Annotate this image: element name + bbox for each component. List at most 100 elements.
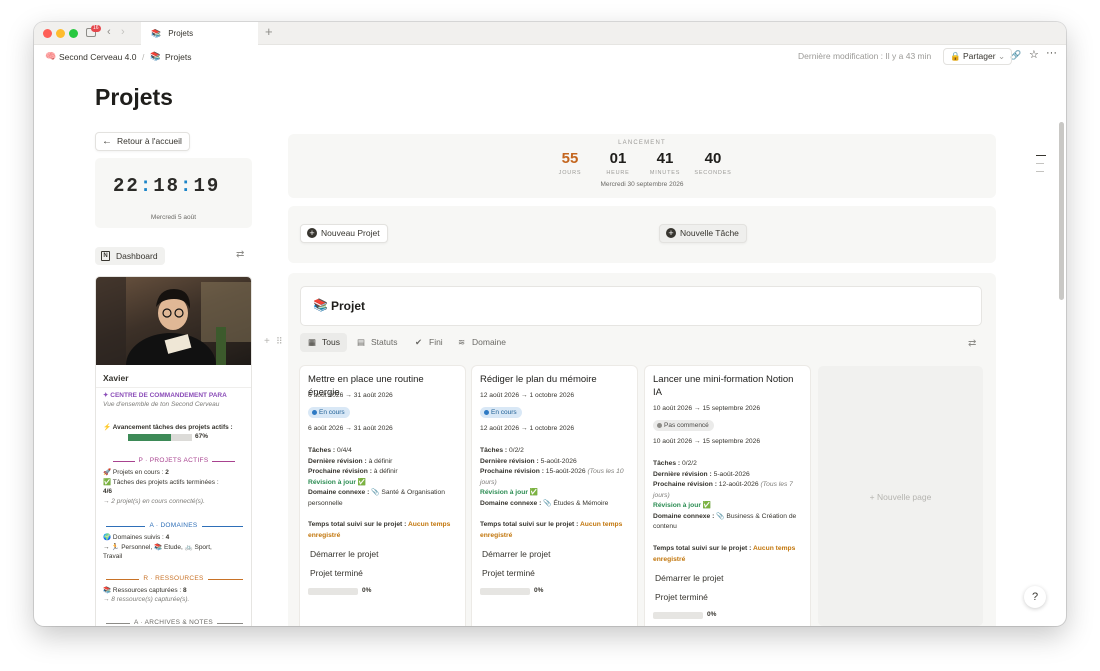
section-resources-label: R · RESSOURCES [139, 575, 208, 582]
lock-icon: 🔒 [950, 51, 961, 61]
outline-markers[interactable] [1036, 155, 1046, 172]
profile-name: Xavier [103, 373, 129, 383]
start-project-button[interactable]: Démarrer le projet [477, 547, 556, 562]
clock-widget: 22:18:19 Mercredi 5 août [95, 158, 252, 228]
more-icon[interactable]: ··· [1046, 47, 1057, 59]
clock-separator: : [180, 175, 194, 197]
countdown-minutes-unit: MINUTES [649, 170, 681, 176]
project-card[interactable]: Mettre en place une routine énergie 6 ao… [300, 366, 465, 626]
notification-badge: 16 [91, 25, 101, 32]
close-window-button[interactable] [43, 29, 52, 38]
status-badge: En cours [308, 407, 350, 418]
back-home-button[interactable]: ← Retour à l'accueil [95, 132, 190, 151]
add-block-icon[interactable]: + [264, 336, 270, 347]
project-card[interactable]: Rédiger le plan du mémoire 12 août 2026 … [472, 366, 637, 626]
countdown-hours: 01 [609, 150, 627, 167]
new-page-column[interactable]: + Nouvelle page [818, 366, 983, 626]
project-card[interactable]: Lancer une mini-formation Notion IA 10 a… [645, 366, 810, 626]
card-tasks: Tâches : 0/4/4 [308, 446, 459, 457]
clock-minutes: 18 [153, 175, 181, 197]
help-button[interactable]: ? [1024, 586, 1046, 608]
resources-captured-value: 8 [183, 587, 187, 594]
card-domain: Domaine connexe : 📎 Études & Mémoire [480, 499, 631, 510]
drag-handle-icon[interactable]: ⠿ [276, 336, 283, 347]
new-project-button[interactable]: + Nouveau Projet [300, 224, 388, 243]
profile-card: Xavier ✦ CENTRE DE COMMANDEMENT PARA Vue… [95, 276, 252, 626]
time-label: Temps total suivi sur le projet : [480, 521, 580, 528]
finish-project-button[interactable]: Projet terminé [650, 590, 713, 605]
share-button[interactable]: 🔒 Partager ⌄ [943, 48, 1013, 65]
card-domain: Domaine connexe : 📎 Santé & Organisation… [308, 488, 459, 509]
domains-list: → 🏃 Personnel, 📚 Etude, 🚲 Sport, [103, 544, 212, 551]
section-projects-title: P · PROJETS ACTIFS [96, 457, 251, 464]
last-review-label: Dernière révision : [308, 457, 369, 465]
time-label: Temps total suivi sur le projet : [653, 545, 753, 552]
back-arrow-icon[interactable]: ‹ [107, 26, 111, 38]
status-badge: En cours [480, 407, 522, 418]
progress-bar-fill [128, 434, 171, 441]
card-revision: Révision à jour ✅ [308, 478, 367, 486]
tab-statuts-label: Statuts [371, 337, 398, 347]
section-archives-label: A · ARCHIVES & NOTES [130, 619, 217, 626]
status-label: En cours [491, 409, 517, 416]
board-header: 📚 Projet [300, 286, 982, 326]
minimize-window-button[interactable] [56, 29, 65, 38]
card-time: Temps total suivi sur le projet : Aucun … [308, 520, 459, 541]
outline-marker [1036, 171, 1044, 172]
progress-label: ⚡ Avancement tâches des projets actifs : [103, 424, 233, 431]
countdown-seconds-unit: SECONDES [694, 170, 732, 176]
projects-connected: → 2 projet(s) en cours connecté(s). [103, 498, 205, 505]
tab-fini[interactable]: ✔ Fini [414, 333, 443, 352]
notion-icon: N [101, 251, 110, 261]
tasks-done-value: 4/6 [103, 488, 113, 495]
section-archives-title: A · ARCHIVES & NOTES [96, 619, 251, 626]
resources-captured: 📚 Ressources capturées : 8 [103, 586, 187, 594]
domains-followed-value: 4 [165, 534, 170, 541]
resources-captured-label: 📚 Ressources capturées : [103, 587, 183, 594]
plus-circle-icon: + [307, 228, 317, 238]
finish-project-button[interactable]: Projet terminé [477, 566, 540, 581]
domains-list-2: Travail [103, 553, 123, 560]
tab-domaine[interactable]: ≋ Domaine [457, 333, 506, 352]
progress-pct: 67% [195, 433, 209, 440]
books-icon: 📚 [313, 298, 328, 312]
tasks-value: 0/2/2 [682, 460, 697, 467]
countdown-days-unit: JOURS [558, 170, 582, 176]
breadcrumb-page[interactable]: Projets [165, 52, 191, 62]
tab-tous[interactable]: ▦ Tous [300, 333, 347, 352]
page-header: 🧠 Second Cerveau 4.0 / 📚 Projets Dernièr… [34, 45, 1066, 68]
workspace-emoji-icon: 🧠 [45, 51, 57, 61]
tab-statuts[interactable]: ▤ Statuts [356, 333, 397, 352]
divider [96, 387, 251, 388]
countdown-days: 55 [561, 150, 579, 167]
command-subtitle: Vue d'ensemble de ton Second Cerveau [103, 401, 220, 408]
page-emoji-icon: 📚 [151, 29, 161, 38]
tasks-value: 0/2/2 [509, 447, 524, 454]
new-tab-icon[interactable]: + [265, 24, 273, 39]
card-revision: Révision à jour ✅ [653, 502, 712, 509]
maximize-window-button[interactable] [69, 29, 78, 38]
breadcrumb-workspace[interactable]: Second Cerveau 4.0 [59, 52, 137, 62]
start-project-button[interactable]: Démarrer le projet [305, 547, 384, 562]
settings-sliders-icon[interactable]: ⇄ [968, 338, 976, 349]
section-domains-title: A · DOMAINES [96, 522, 251, 529]
dashboard-button[interactable]: N Dashboard [95, 247, 165, 265]
sliders-icon[interactable]: ⇄ [236, 249, 244, 260]
new-task-button[interactable]: + Nouvelle Tâche [659, 224, 747, 243]
next-review-label: Prochaine révision : [308, 468, 374, 475]
scrollbar[interactable] [1059, 122, 1064, 300]
card-dates-2: 6 août 2026 → 31 août 2026 [308, 425, 393, 432]
breadcrumb-separator: / [142, 52, 145, 62]
start-project-button[interactable]: Démarrer le projet [650, 571, 729, 586]
finish-project-button[interactable]: Projet terminé [305, 566, 368, 581]
tab-projets[interactable]: 📚 Projets [141, 22, 258, 45]
chevron-down-icon: ⌄ [997, 51, 1006, 61]
back-home-label: Retour à l'accueil [117, 136, 182, 146]
card-time: Temps total suivi sur le projet : Aucun … [480, 520, 631, 541]
forward-arrow-icon[interactable]: › [121, 26, 125, 38]
star-icon[interactable]: ☆ [1029, 48, 1039, 61]
card-progress-pct: 0% [362, 587, 372, 594]
domain-label: Domaine connexe : [480, 499, 544, 507]
card-dates-2: 10 août 2026 → 15 septembre 2026 [653, 438, 761, 445]
tab-label: Projets [168, 29, 194, 38]
